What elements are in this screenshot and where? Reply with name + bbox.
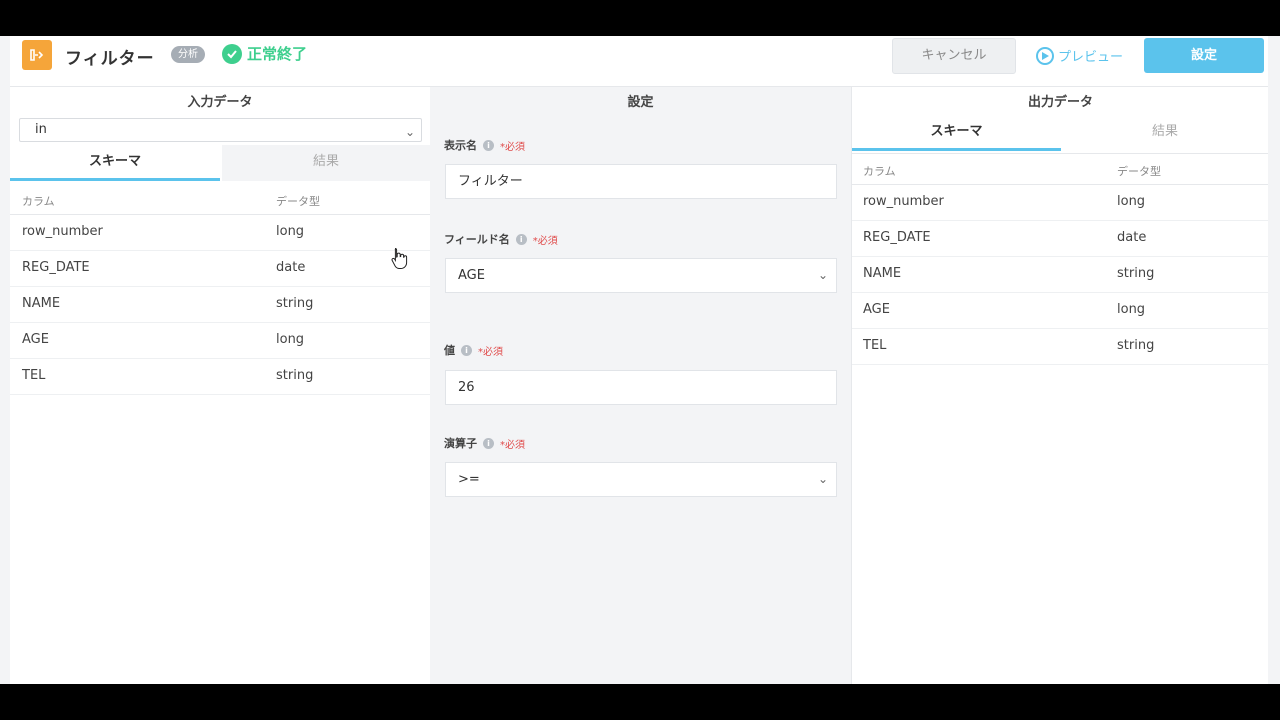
tab-schema[interactable]: スキーマ xyxy=(852,115,1061,151)
operator-label: 演算子 i *必須 xyxy=(444,435,525,451)
table-row: REG_DATE date xyxy=(852,221,1268,257)
table-row: AGE long xyxy=(10,323,430,359)
cell-column: REG_DATE xyxy=(863,230,931,245)
column-header: カラム xyxy=(863,165,896,178)
input-data-panel: 入力データ in ⌄ スキーマ 結果 カラム データ型 row_numberlo… xyxy=(10,87,431,684)
cell-type: long xyxy=(1117,302,1146,317)
field-name-value: AGE xyxy=(458,268,485,283)
table-row: REG_DATE date xyxy=(10,251,430,287)
cell-column: row_number xyxy=(22,224,103,239)
output-schema-table: カラム データ型 row_number long REG_DATE date NAM… xyxy=(852,153,1268,365)
check-circle-icon xyxy=(222,43,242,64)
cancel-button[interactable]: キャンセル xyxy=(892,38,1016,74)
dialog-header: フィルター 分析 正常終了 キャンセル プレビュー 設定 xyxy=(10,36,1268,87)
label-text: 表示名 xyxy=(444,139,477,152)
cell-type: string xyxy=(1117,266,1155,281)
label-text: フィールド名 xyxy=(444,233,510,246)
settings-panel: 設定 表示名 i *必須 フィルター フィールド名 i *必須 AGE ⌄ 値 … xyxy=(430,87,851,684)
output-tabs: スキーマ 結果 xyxy=(852,115,1268,151)
cell-column: AGE xyxy=(863,302,890,317)
output-data-panel: 出力データ スキーマ 結果 カラム データ型 row_number long RE… xyxy=(851,87,1268,684)
chevron-down-icon: ⌄ xyxy=(817,268,828,282)
cell-type: string xyxy=(276,296,314,311)
display-name-label: 表示名 i *必須 xyxy=(444,137,525,153)
type-header: データ型 xyxy=(276,195,320,208)
info-icon[interactable]: i xyxy=(461,344,472,356)
value-input[interactable]: 26 xyxy=(445,370,837,405)
app-frame: フィルター 分析 正常終了 キャンセル プレビュー 設定 入力データ in ⌄ … xyxy=(0,36,1280,684)
category-badge: 分析 xyxy=(171,46,205,63)
info-icon[interactable]: i xyxy=(483,437,494,449)
cell-type: string xyxy=(276,368,314,383)
set-button[interactable]: 設定 xyxy=(1144,38,1264,73)
status-text: 正常終了 xyxy=(247,45,308,63)
chevron-down-icon: ⌄ xyxy=(404,125,415,139)
table-header: カラム データ型 xyxy=(852,154,1268,185)
label-text: 演算子 xyxy=(444,437,477,450)
cell-column: AGE xyxy=(22,332,49,347)
cell-type: date xyxy=(1117,230,1147,245)
hand-cursor-icon xyxy=(390,247,408,273)
cell-type: long xyxy=(276,224,305,239)
panel-title: 入力データ xyxy=(187,95,253,110)
input-schema-table: カラム データ型 row_number long REG_DATE date NAM… xyxy=(10,184,430,395)
table-row: AGE long xyxy=(852,293,1268,329)
label-text: 値 xyxy=(444,344,455,357)
type-header: データ型 xyxy=(1117,165,1161,178)
cell-column: NAME xyxy=(22,296,61,311)
panel-title: 設定 xyxy=(627,95,654,110)
filter-dialog: フィルター 分析 正常終了 キャンセル プレビュー 設定 入力データ in ⌄ … xyxy=(10,36,1268,684)
required-mark: *必須 xyxy=(500,439,525,451)
table-row: NAME string xyxy=(10,287,430,323)
table-row: TEL string xyxy=(10,359,430,395)
cell-column: TEL xyxy=(863,338,887,353)
cell-column: TEL xyxy=(22,368,46,383)
value-label: 値 i *必須 xyxy=(444,342,503,358)
field-name-label: フィールド名 i *必須 xyxy=(444,231,558,247)
column-header: カラム xyxy=(22,195,55,208)
preview-button[interactable]: プレビュー xyxy=(1036,46,1123,65)
input-tabs: スキーマ 結果 xyxy=(10,145,430,181)
cell-column: row_number xyxy=(863,194,944,209)
display-name-input[interactable]: フィルター xyxy=(445,164,837,199)
chevron-down-icon: ⌄ xyxy=(817,472,828,486)
tab-result[interactable]: 結果 xyxy=(1061,115,1268,151)
play-circle-icon xyxy=(1036,46,1054,65)
input-select[interactable]: in ⌄ xyxy=(19,118,422,142)
cell-type: string xyxy=(1117,338,1155,353)
tab-result[interactable]: 結果 xyxy=(222,145,430,181)
info-icon[interactable]: i xyxy=(515,233,527,245)
cell-column: REG_DATE xyxy=(22,260,90,275)
table-row: row_number long xyxy=(10,215,430,251)
field-name-select[interactable]: AGE ⌄ xyxy=(445,258,837,293)
operator-value: >= xyxy=(458,472,480,487)
status-indicator: 正常終了 xyxy=(222,43,307,64)
filter-node-icon xyxy=(22,40,52,70)
cell-type: date xyxy=(276,260,306,275)
table-header: カラム データ型 xyxy=(10,184,430,215)
operator-select[interactable]: >= ⌄ xyxy=(445,462,837,497)
cell-type: long xyxy=(1117,194,1146,209)
required-mark: *必須 xyxy=(500,141,525,153)
info-icon[interactable]: i xyxy=(483,139,494,151)
table-row: NAME string xyxy=(852,257,1268,293)
table-row: row_number long xyxy=(852,185,1268,221)
cell-type: long xyxy=(276,332,305,347)
tab-schema[interactable]: スキーマ xyxy=(10,145,220,181)
dialog-title: フィルター xyxy=(65,49,155,69)
left-edge xyxy=(0,36,10,684)
right-edge xyxy=(1268,36,1280,684)
required-mark: *必須 xyxy=(532,235,558,247)
table-row: TEL string xyxy=(852,329,1268,365)
required-mark: *必須 xyxy=(478,346,503,358)
preview-label: プレビュー xyxy=(1058,50,1124,65)
input-select-value: in xyxy=(35,122,47,137)
cell-column: NAME xyxy=(863,266,902,281)
panel-title: 出力データ xyxy=(1027,95,1093,110)
